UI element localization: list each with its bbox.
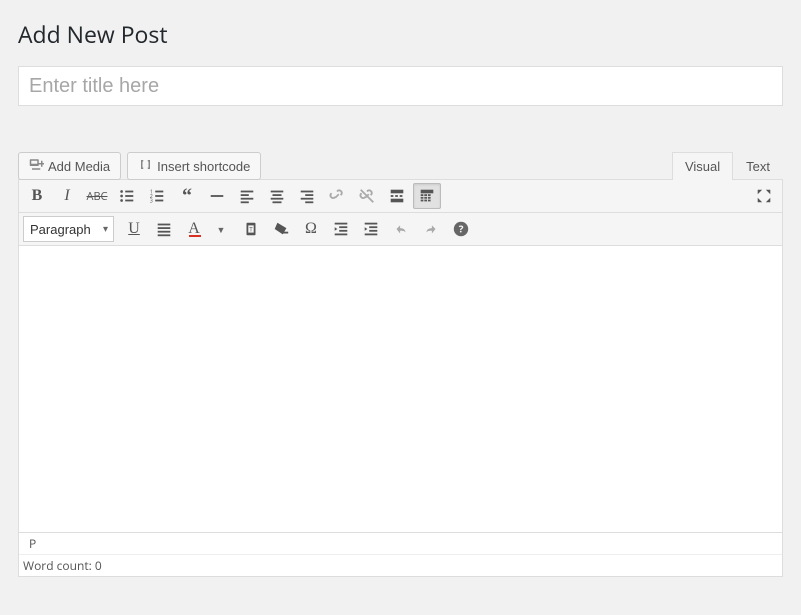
numbered-list-button[interactable]: 123 (143, 183, 171, 209)
page-title: Add New Post (18, 18, 783, 50)
toolbar-row-2: Paragraph U A ▼ T Ω ? (19, 213, 782, 246)
align-left-button[interactable] (233, 183, 261, 209)
element-path[interactable]: P (19, 532, 782, 554)
unlink-button[interactable] (353, 183, 381, 209)
text-color-dropdown[interactable]: ▼ (207, 216, 235, 242)
editor-content-area[interactable] (19, 246, 782, 532)
svg-text:?: ? (459, 222, 464, 236)
shortcode-icon (138, 157, 153, 175)
add-media-label: Add Media (48, 159, 110, 174)
strikethrough-button[interactable]: ABC (83, 183, 111, 209)
link-button[interactable] (323, 183, 351, 209)
svg-text:3: 3 (150, 196, 153, 204)
add-media-button[interactable]: Add Media (18, 152, 121, 180)
editor-container: B I ABC 123 “ Paragraph U A ▼ T Ω (18, 179, 783, 577)
read-more-button[interactable] (383, 183, 411, 209)
media-icon (29, 157, 44, 175)
bullet-list-button[interactable] (113, 183, 141, 209)
indent-button[interactable] (357, 216, 385, 242)
undo-button[interactable] (387, 216, 415, 242)
bold-button[interactable]: B (23, 183, 51, 209)
toolbar-toggle-button[interactable] (413, 183, 441, 209)
special-char-button[interactable]: Ω (297, 216, 325, 242)
word-count-label: Word count: (23, 557, 92, 574)
hr-button[interactable] (203, 183, 231, 209)
redo-button[interactable] (417, 216, 445, 242)
justify-button[interactable] (150, 216, 178, 242)
underline-button[interactable]: U (120, 216, 148, 242)
toolbar-row-1: B I ABC 123 “ (19, 180, 782, 213)
clear-formatting-button[interactable] (267, 216, 295, 242)
insert-shortcode-button[interactable]: Insert shortcode (127, 152, 261, 180)
align-right-button[interactable] (293, 183, 321, 209)
tab-text[interactable]: Text (733, 152, 783, 180)
help-button[interactable]: ? (447, 216, 475, 242)
fullscreen-button[interactable] (750, 183, 778, 209)
post-title-input[interactable] (18, 66, 783, 106)
italic-button[interactable]: I (53, 183, 81, 209)
paste-text-button[interactable]: T (237, 216, 265, 242)
word-count-row: Word count: 0 (19, 554, 782, 576)
svg-text:T: T (249, 225, 253, 234)
tab-visual[interactable]: Visual (672, 152, 733, 180)
blockquote-button[interactable]: “ (173, 183, 201, 209)
align-center-button[interactable] (263, 183, 291, 209)
outdent-button[interactable] (327, 216, 355, 242)
insert-shortcode-label: Insert shortcode (157, 159, 250, 174)
format-select[interactable]: Paragraph (23, 216, 114, 242)
word-count-value: 0 (95, 557, 102, 574)
text-color-button[interactable]: A (180, 216, 208, 242)
